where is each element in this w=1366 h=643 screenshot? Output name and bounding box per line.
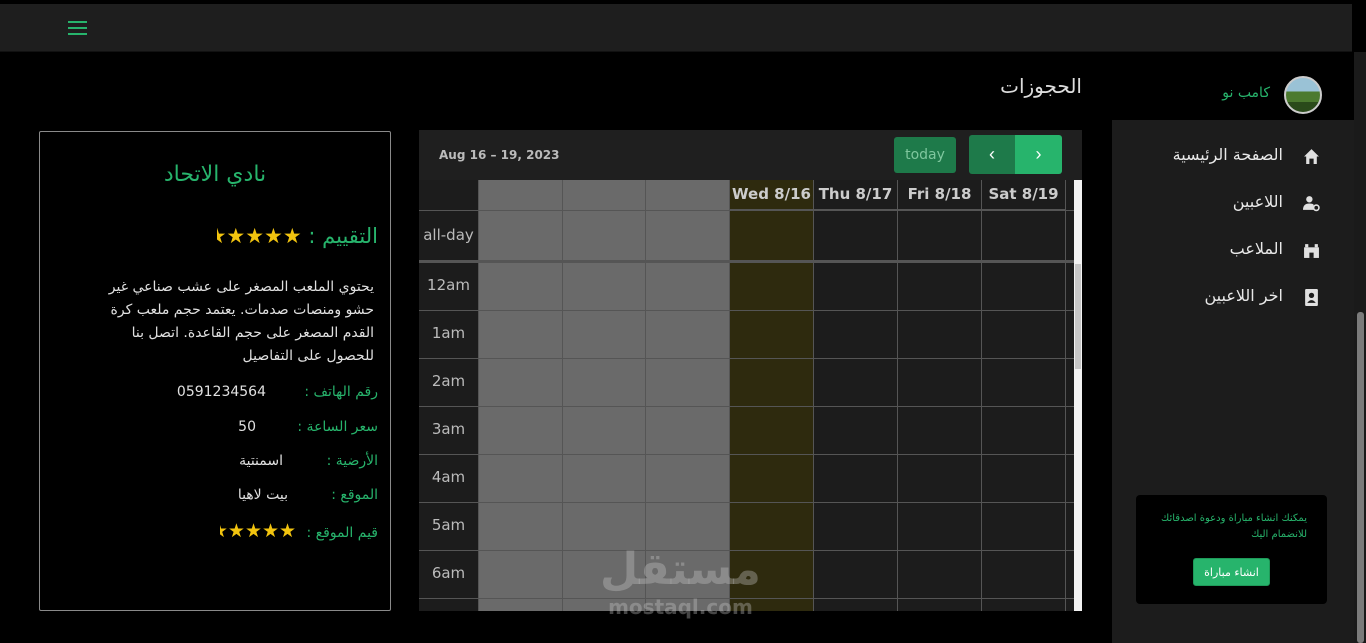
time-label: 3am <box>431 420 466 438</box>
location-field: الموقع : بيت لاهيا <box>238 487 378 503</box>
hamburger-menu-icon[interactable] <box>68 21 87 35</box>
sidebar-item-label: اخر اللاعبين <box>1204 286 1284 305</box>
hour-price-label: سعر الساعة : <box>297 419 378 435</box>
scrollbar-thumb[interactable] <box>1075 264 1081 369</box>
brand-header[interactable]: كامب نو <box>1112 70 1354 120</box>
past-day-column <box>479 180 563 611</box>
contact-card-icon <box>1305 289 1318 306</box>
calendar-scrollbar[interactable] <box>1074 180 1082 611</box>
home-icon <box>1304 149 1319 164</box>
grid-line <box>419 358 1074 359</box>
grid-line <box>419 406 1074 407</box>
venue-description: يحتوي الملعب المصغر على عشب صناعي غير حش… <box>108 279 374 364</box>
next-week-button[interactable]: › <box>1015 135 1062 174</box>
rate-location-field: قيم الموقع : ★★★★★ <box>220 520 378 542</box>
create-match-promo: يمكنك انشاء مباراة ودعوة اصدقائك للانضما… <box>1136 495 1327 604</box>
chevron-left-icon: ‹ <box>989 144 995 164</box>
day-column[interactable] <box>982 180 1066 611</box>
sidebar-item-label: اللاعبين <box>1232 192 1283 211</box>
time-label: 12am <box>427 276 470 294</box>
phone-value: 0591234564 <box>176 384 266 400</box>
venue-info-card: نادي الاتحاد التقييم : ★★★★★ يحتوي الملع… <box>39 131 391 611</box>
day-column[interactable] <box>898 180 982 611</box>
day-column[interactable] <box>814 180 898 611</box>
day-header: Wed 8/16 <box>730 180 814 210</box>
phone-field: رقم الهاتف : 0591234564 <box>177 384 378 400</box>
sidebar-nav: الصفحة الرئيسية اللاعبين الملاعب اخر الل… <box>1112 138 1354 326</box>
user-gear-icon <box>1303 196 1320 212</box>
phone-label: رقم الهاتف : <box>304 384 378 400</box>
grid-line <box>419 454 1074 455</box>
grid-line <box>419 502 1074 503</box>
sidebar-item-label: الملاعب <box>1229 239 1283 258</box>
floor-field: الأرضية : اسمنتية <box>239 453 378 469</box>
venue-rating: التقييم : ★★★★★ <box>217 224 378 248</box>
day-header: Fri 8/18 <box>898 180 982 210</box>
top-navbar <box>0 4 1352 52</box>
sidebar-item-home[interactable]: الصفحة الرئيسية <box>1112 138 1354 185</box>
sidebar-item-latest-players[interactable]: اخر اللاعبين <box>1112 279 1354 326</box>
floor-value: اسمنتية <box>239 453 283 469</box>
hour-price-field: سعر الساعة : 50 <box>238 419 378 435</box>
time-label: 4am <box>431 468 466 486</box>
time-label: 6am <box>431 564 466 582</box>
calendar-date-range: Aug 16 – 19, 2023 <box>439 148 560 162</box>
location-label: الموقع : <box>331 487 378 503</box>
time-label: 5am <box>431 516 466 534</box>
rating-label: التقييم : <box>308 224 378 248</box>
stadium-icon <box>1304 244 1319 258</box>
rate-location-label: قيم الموقع : <box>306 525 378 541</box>
location-value: بيت لاهيا <box>237 487 288 503</box>
rating-stars: ★★★★★ <box>217 224 302 248</box>
watermark: مستقل mostaql.com <box>600 544 761 620</box>
hour-price-value: 50 <box>238 419 256 435</box>
today-button[interactable]: today <box>894 137 956 173</box>
scrollbar-thumb[interactable] <box>1357 312 1364 643</box>
sidebar-item-stadiums[interactable]: الملاعب <box>1112 232 1354 279</box>
watermark-latin: mostaql.com <box>608 595 753 619</box>
watermark-arabic: مستقل <box>600 544 761 595</box>
day-header: Thu 8/17 <box>814 180 898 210</box>
venue-name: نادي الاتحاد <box>163 162 267 187</box>
all-day-divider <box>419 260 1074 263</box>
promo-text: يمكنك انشاء مباراة ودعوة اصدقائك للانضما… <box>1161 513 1307 540</box>
prev-week-button[interactable]: ‹ <box>969 135 1015 174</box>
create-match-button[interactable]: انشاء مباراة <box>1193 558 1270 586</box>
grid-line <box>419 210 1074 211</box>
all-day-label: all-day <box>423 226 474 244</box>
rate-location-stars[interactable]: ★★★★★ <box>220 520 296 542</box>
day-header: Sat 8/19 <box>982 180 1066 210</box>
sidebar-item-players[interactable]: اللاعبين <box>1112 185 1354 232</box>
booking-calendar: Aug 16 – 19, 2023 today ‹ › Wed 8/16 Thu… <box>419 130 1082 611</box>
sidebar-item-label: الصفحة الرئيسية <box>1172 145 1283 164</box>
floor-label: الأرضية : <box>326 453 378 469</box>
page-title: الحجوزات <box>1000 74 1082 98</box>
sidebar: كامب نو الصفحة الرئيسية اللاعبين الملاعب… <box>1112 70 1354 643</box>
brand-logo <box>1284 76 1322 114</box>
time-label: 2am <box>431 372 466 390</box>
time-label: 1am <box>431 324 466 342</box>
grid-line <box>419 310 1074 311</box>
brand-name: كامب نو <box>1222 85 1270 101</box>
chevron-right-icon: › <box>1035 144 1042 164</box>
page-scrollbar[interactable] <box>1354 52 1366 643</box>
